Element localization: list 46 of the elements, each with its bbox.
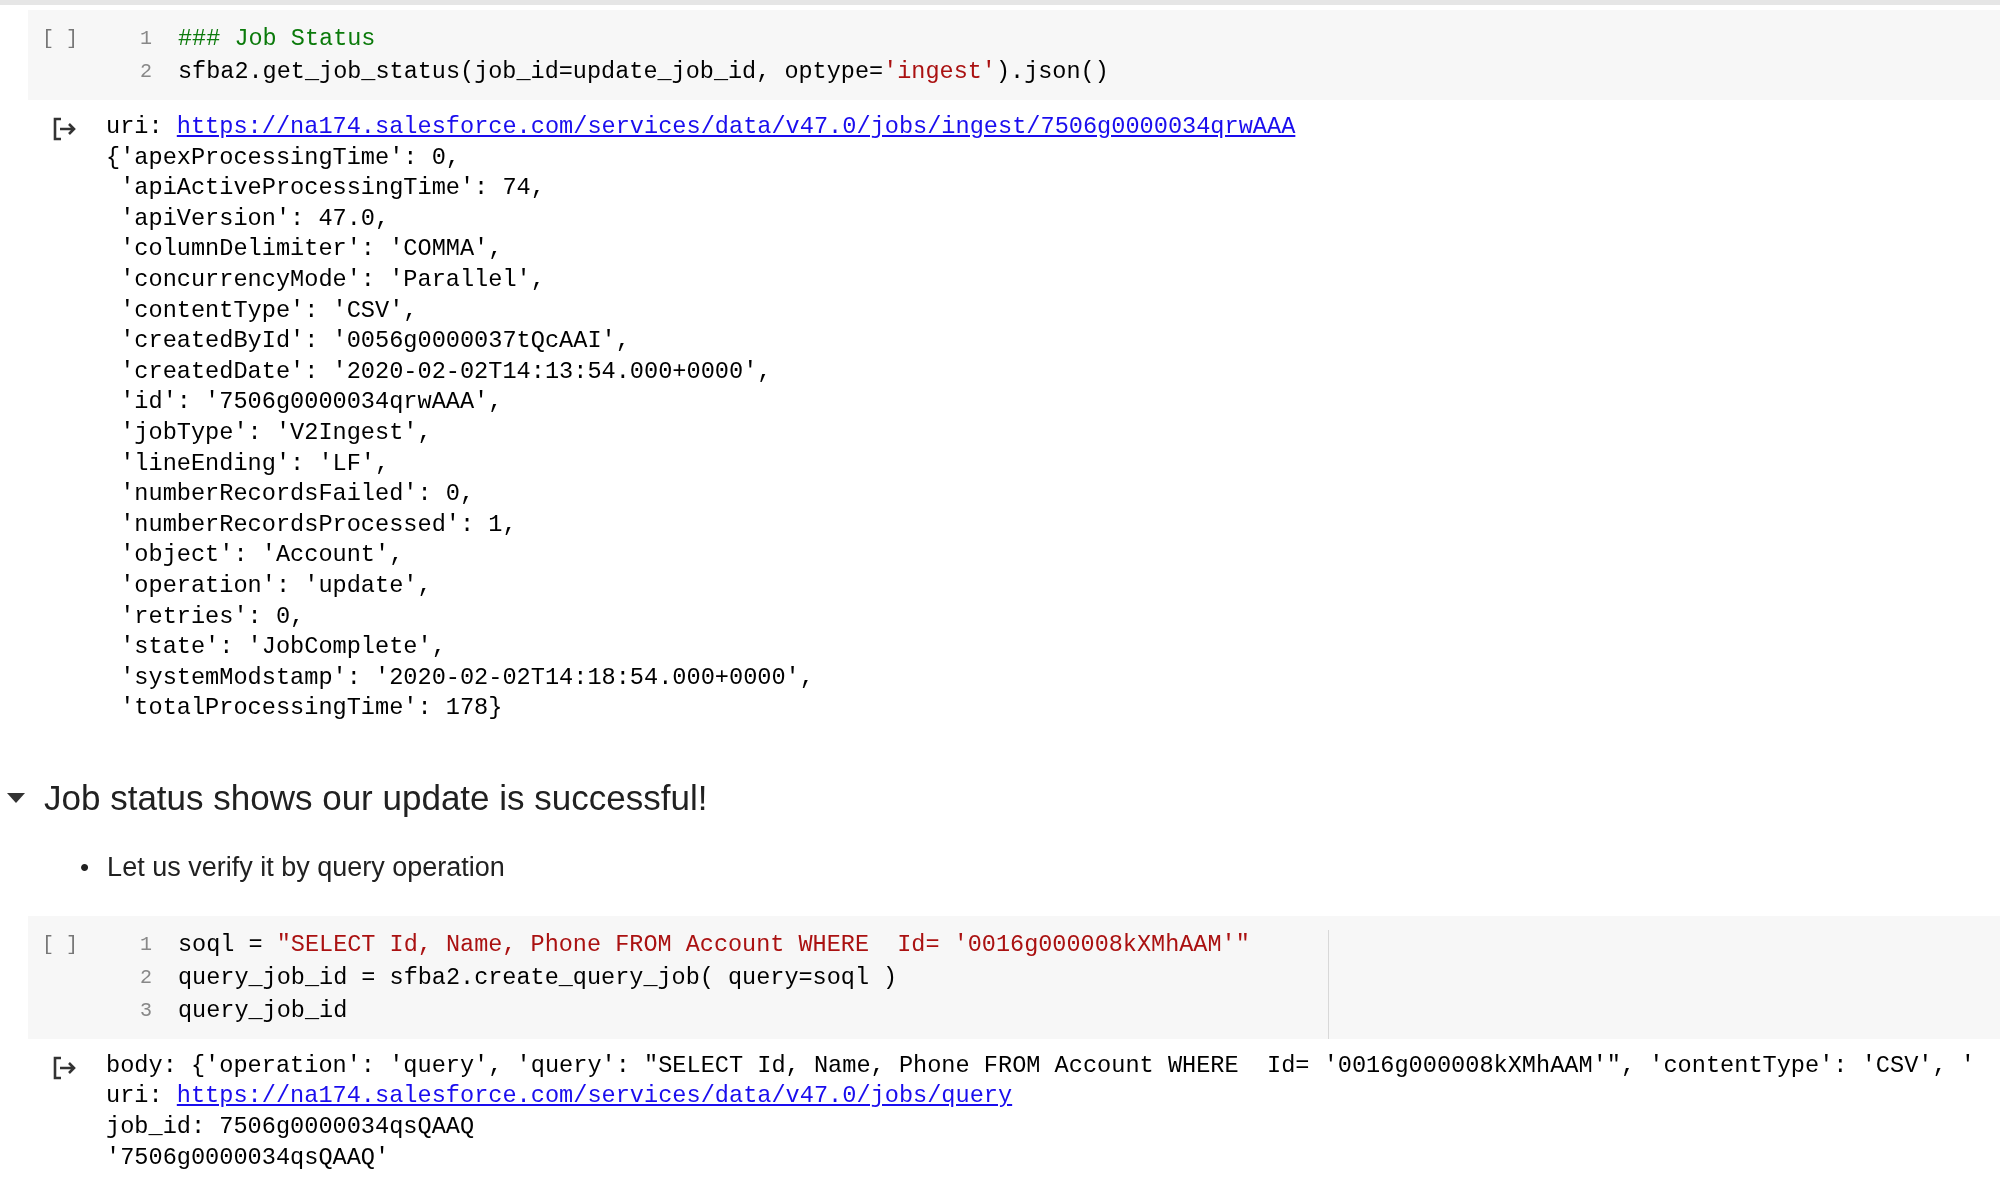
section-heading: Job status shows our update is successful! bbox=[44, 777, 708, 818]
output-line: 'apiVersion': 47.0, bbox=[119, 203, 391, 234]
output-line: job_id: 7506g0000034qsQAAQ bbox=[106, 1112, 476, 1143]
output-arrow-icon bbox=[52, 1054, 78, 1081]
output-line: 'createdDate': '2020-02-02T14:13:54.000+0000', bbox=[119, 356, 773, 387]
output-line: 'operation': 'update', bbox=[119, 570, 433, 601]
link[interactable]: https://na174.salesforce.com/services/data/v47.0/jobs/query bbox=[176, 1082, 1013, 1110]
link[interactable]: https://na174.salesforce.com/services/data/v47.0/jobs/ingest/7506g0000034qrwAAA bbox=[176, 113, 1296, 140]
code-line: ### Job Status bbox=[178, 25, 376, 52]
output-line: 'systemModstamp': '2020-02-02T14:18:54.000+0000', bbox=[119, 662, 815, 693]
code-cell[interactable]: [ ] 1 soql = "SELECT Id, Name, Phone FROM Account WHERE Id= '0016g000008kXMhAAM'" 2 query_job_id = sfba2.create_query_job( query=soql ) 3 query_job_id bbox=[28, 915, 2000, 1039]
output-line: 'totalProcessingTime': 178} bbox=[119, 693, 504, 724]
output-line: 'numberRecordsFailed': 0, bbox=[119, 479, 476, 510]
output-line: 'createdById': '0056g0000037tQcAAI', bbox=[119, 326, 631, 357]
code-cell[interactable]: [ ] 1 ### Job Status 2 sfba2.get_job_status(job_id=update_job_id, optype='ingest').json() bbox=[28, 10, 2000, 100]
bullet-marker: • bbox=[80, 850, 90, 883]
output-line: 'columnDelimiter': 'COMMA', bbox=[119, 234, 504, 265]
code-line: query_job_id = sfba2.create_query_job( query=soql ) bbox=[178, 963, 898, 991]
output-line: 'lineEnding': 'LF', bbox=[119, 448, 391, 479]
bullet-text: Let us verify it by query operation bbox=[107, 850, 505, 884]
output-line: 'object': 'Account', bbox=[119, 540, 405, 571]
line-number: 3 bbox=[139, 998, 152, 1022]
collapse-caret-icon[interactable] bbox=[6, 791, 26, 804]
output-line: 'jobType': 'V2Ingest', bbox=[119, 417, 433, 448]
run-button[interactable]: [ ] bbox=[42, 22, 112, 55]
line-number: 2 bbox=[139, 60, 152, 83]
run-button[interactable]: [ ] bbox=[42, 927, 112, 961]
line-number: 2 bbox=[139, 965, 152, 989]
output-line: uri: https://na174.salesforce.com/services/data/v47.0/jobs/query bbox=[106, 1081, 1014, 1112]
output-line: 'id': '7506g0000034qrwAAA', bbox=[119, 387, 504, 418]
code-line: soql = "SELECT Id, Name, Phone FROM Account WHERE Id= '0016g000008kXMhAAM'" bbox=[178, 930, 1250, 958]
code-line: query_job_id bbox=[178, 996, 348, 1024]
code-line: sfba2.get_job_status(job_id=update_job_id, optype='ingest').json() bbox=[178, 58, 1109, 85]
output-line: '7506g0000034qsQAAQ' bbox=[106, 1142, 391, 1173]
output-line: uri: https://na174.salesforce.com/services/data/v47.0/jobs/ingest/7506g0000034qrwAAA bbox=[106, 112, 1296, 142]
line-number: 1 bbox=[139, 27, 152, 50]
output-line: 'apiActiveProcessingTime': 74, bbox=[119, 173, 546, 204]
output-line: 'concurrencyMode': 'Parallel', bbox=[119, 264, 546, 295]
output-line: 'state': 'JobComplete', bbox=[119, 632, 447, 663]
output-line: 'numberRecordsProcessed': 1, bbox=[119, 509, 518, 540]
output-line: 'retries': 0, bbox=[119, 601, 306, 632]
output-line: body: {'operation': 'query', 'query': "SELECT Id, Name, Phone FROM Account WHERE Id= '0016g000008kXMhAAM'", 'contentType': 'CSV', ' bbox=[106, 1050, 1975, 1081]
output-line: {'apexProcessingTime': 0, bbox=[106, 142, 461, 173]
output-line: 'contentType': 'CSV', bbox=[119, 295, 419, 326]
line-number: 1 bbox=[139, 932, 152, 956]
output-arrow-icon bbox=[52, 116, 78, 142]
